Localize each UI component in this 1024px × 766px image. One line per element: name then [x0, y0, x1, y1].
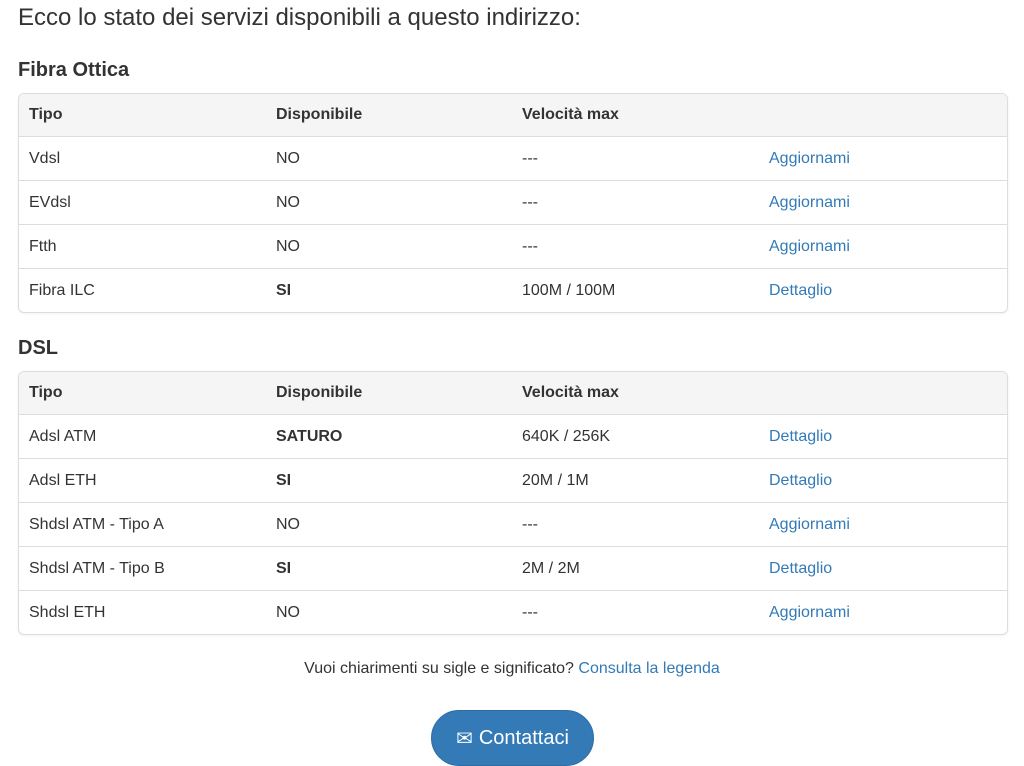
column-header: Disponibile: [276, 384, 363, 401]
velocita-cell: ---: [522, 237, 538, 255]
column-header: Tipo: [29, 106, 63, 123]
action-cell: Dettaglio: [759, 560, 1005, 578]
tipo-cell: Ftth: [29, 237, 57, 255]
velocita-cell: ---: [522, 149, 538, 167]
tipo-cell: Adsl ETH: [29, 471, 97, 489]
tipo-cell: Adsl ATM: [29, 427, 97, 445]
aggiornami-link[interactable]: Aggiornami: [769, 150, 850, 167]
tipo-cell: Shdsl ATM - Tipo B: [29, 559, 165, 577]
legend-link[interactable]: Consulta la legenda: [578, 660, 719, 677]
table-row: Fibra ILC SI 100M / 100M Dettaglio: [19, 268, 1007, 312]
disponibile-cell: NO: [276, 149, 300, 167]
column-header: Velocità max: [522, 106, 619, 123]
table-row: Shdsl ETH NO --- Aggiornami: [19, 590, 1007, 634]
table-header: Tipo Disponibile Velocità max: [19, 372, 1007, 414]
tipo-cell: Shdsl ETH: [29, 603, 106, 621]
aggiornami-link[interactable]: Aggiornami: [769, 238, 850, 255]
table-row: Vdsl NO --- Aggiornami: [19, 136, 1007, 180]
tipo-cell: Shdsl ATM - Tipo A: [29, 515, 164, 533]
velocita-cell: ---: [522, 515, 538, 533]
dettaglio-link[interactable]: Dettaglio: [769, 428, 832, 445]
action-cell: Aggiornami: [759, 516, 1005, 534]
tipo-cell: EVdsl: [29, 193, 71, 211]
disponibile-cell: NO: [276, 193, 300, 211]
table-header: Tipo Disponibile Velocità max: [19, 94, 1007, 136]
table-row: Adsl ETH SI 20M / 1M Dettaglio: [19, 458, 1007, 502]
action-cell: Dettaglio: [759, 282, 1005, 300]
velocita-cell: 2M / 2M: [522, 559, 580, 577]
velocita-cell: 100M / 100M: [522, 281, 616, 299]
section-title-fibra: Fibra Ottica: [18, 59, 130, 81]
disponibile-cell: NO: [276, 603, 300, 621]
contact-button[interactable]: ✉ Contattaci: [431, 710, 594, 766]
action-cell: Aggiornami: [759, 238, 1005, 256]
aggiornami-link[interactable]: Aggiornami: [769, 604, 850, 621]
column-header: Velocità max: [522, 384, 619, 401]
aggiornami-link[interactable]: Aggiornami: [769, 194, 850, 211]
disponibile-cell: SI: [276, 471, 292, 489]
legend-question: Vuoi chiarimenti su sigle e significato?: [304, 660, 574, 677]
dsl-table: Tipo Disponibile Velocità max Adsl ATM SAT…: [18, 371, 1008, 635]
action-cell: Dettaglio: [759, 428, 1005, 446]
velocita-cell: ---: [522, 603, 538, 621]
table-row: Shdsl ATM - Tipo B SI 2M / 2M Dettaglio: [19, 546, 1007, 590]
disponibile-cell: SATURO: [276, 427, 343, 445]
velocita-cell: ---: [522, 193, 538, 211]
aggiornami-link[interactable]: Aggiornami: [769, 516, 850, 533]
intro-text: Ecco lo stato dei servizi disponibili a …: [18, 4, 581, 31]
action-cell: Dettaglio: [759, 472, 1005, 490]
section-title-dsl: DSL: [18, 337, 58, 359]
column-header: Disponibile: [276, 106, 363, 123]
legend-line: Vuoi chiarimenti su sigle e significato?…: [0, 660, 1024, 678]
fibra-table: Tipo Disponibile Velocità max Vdsl NO --- …: [18, 93, 1008, 313]
tipo-cell: Vdsl: [29, 149, 61, 167]
table-row: EVdsl NO --- Aggiornami: [19, 180, 1007, 224]
tipo-cell: Fibra ILC: [29, 281, 95, 299]
action-cell: Aggiornami: [759, 604, 1005, 622]
disponibile-cell: NO: [276, 237, 300, 255]
velocita-cell: 640K / 256K: [522, 427, 611, 445]
column-header: Tipo: [29, 384, 63, 401]
velocita-cell: 20M / 1M: [522, 471, 589, 489]
action-cell: Aggiornami: [759, 194, 1005, 212]
dettaglio-link[interactable]: Dettaglio: [769, 472, 832, 489]
table-row: Shdsl ATM - Tipo A NO --- Aggiornami: [19, 502, 1007, 546]
dettaglio-link[interactable]: Dettaglio: [769, 282, 832, 299]
table-row: Ftth NO --- Aggiornami: [19, 224, 1007, 268]
table-row: Adsl ATM SATURO 640K / 256K Dettaglio: [19, 414, 1007, 458]
disponibile-cell: SI: [276, 281, 292, 299]
dettaglio-link[interactable]: Dettaglio: [769, 560, 832, 577]
disponibile-cell: SI: [276, 559, 292, 577]
contact-label: Contattaci: [478, 726, 569, 749]
envelope-icon: ✉: [456, 727, 473, 750]
disponibile-cell: NO: [276, 515, 300, 533]
action-cell: Aggiornami: [759, 150, 1005, 168]
